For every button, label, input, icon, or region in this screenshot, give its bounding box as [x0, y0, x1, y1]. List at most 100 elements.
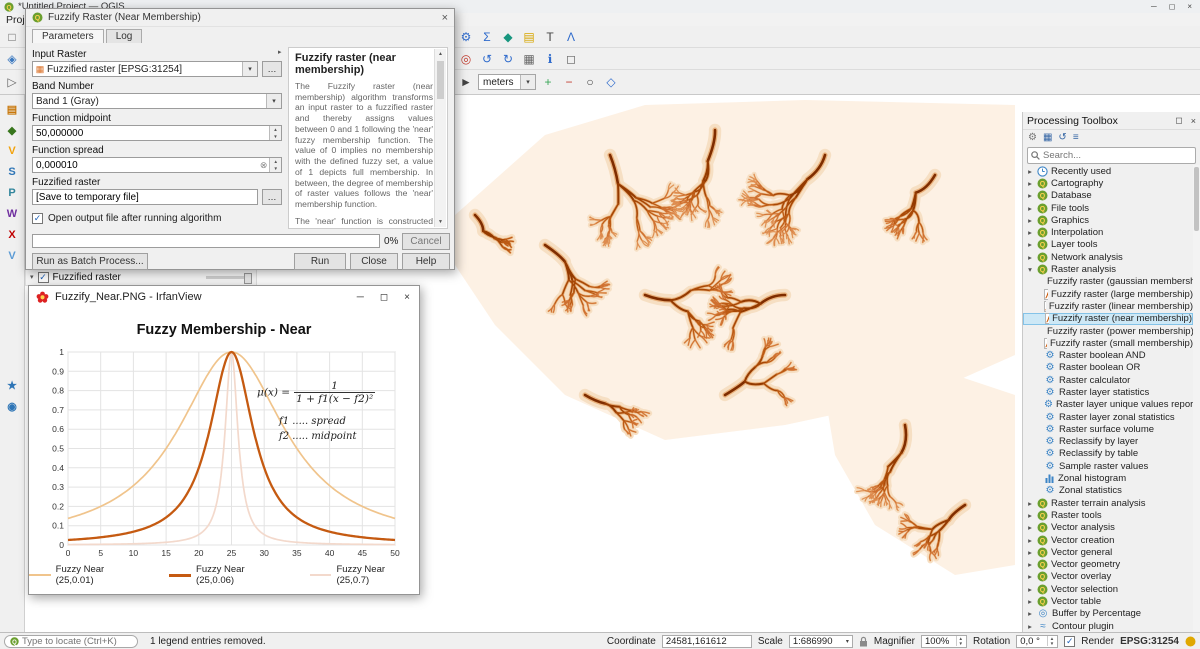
- new-shapefile-layer-icon[interactable]: V: [3, 142, 21, 160]
- toolbox-item-reclassify-by-table[interactable]: ⚙Reclassify by table: [1023, 448, 1193, 460]
- chevron-right-icon[interactable]: ▸: [1026, 216, 1034, 225]
- input-raster-combo[interactable]: ▦ Fuzzified raster [EPSG:31254] ▾: [32, 61, 258, 77]
- add-postgis-layer-icon[interactable]: P: [3, 184, 21, 202]
- toolbox-item-raster-layer-zonal-statistics[interactable]: ⚙Raster layer zonal statistics: [1023, 411, 1193, 423]
- toolbox-group-network-analysis[interactable]: ▸QNetwork analysis: [1023, 251, 1193, 263]
- help-scrollbar[interactable]: ▲ ▼: [434, 49, 446, 227]
- toolbox-item-zonal-histogram[interactable]: Zonal histogram: [1023, 472, 1193, 484]
- toolbox-item-sample-raster-values[interactable]: ⚙Sample raster values: [1023, 460, 1193, 472]
- magnifier-spin[interactable]: 100% ▲▼: [921, 635, 967, 648]
- python-console-icon[interactable]: Λ: [562, 28, 580, 46]
- digitize-shape-icon[interactable]: ◇: [602, 73, 620, 91]
- chevron-right-icon[interactable]: ▸: [1026, 240, 1034, 249]
- spin-up-icon[interactable]: ▲: [270, 126, 281, 133]
- scrollbar-thumb[interactable]: [1194, 167, 1199, 231]
- spin-down-icon[interactable]: ▼: [270, 165, 281, 172]
- run-button[interactable]: Run: [294, 253, 346, 270]
- toolbox-item-reclassify-by-layer[interactable]: ⚙Reclassify by layer: [1023, 436, 1193, 448]
- toolbox-item-zonal-statistics[interactable]: ⚙Zonal statistics: [1023, 485, 1193, 497]
- statistics-sum-icon[interactable]: Σ: [478, 28, 496, 46]
- spin-up-icon[interactable]: ▲: [270, 158, 281, 165]
- toolbox-group-layer-tools[interactable]: ▸QLayer tools: [1023, 239, 1193, 251]
- toolbox-group-vector-analysis[interactable]: ▸QVector analysis: [1023, 522, 1193, 534]
- locate-input[interactable]: [22, 636, 126, 647]
- close-button[interactable]: Close: [350, 253, 398, 270]
- chevron-right-icon[interactable]: ▸: [1026, 536, 1034, 545]
- chevron-right-icon[interactable]: ▸: [1026, 204, 1034, 213]
- open-output-checkbox[interactable]: ✓: [32, 213, 43, 224]
- toolbox-group-interpolation[interactable]: ▸QInterpolation: [1023, 226, 1193, 238]
- processing-toolbox-icon[interactable]: ⚙: [457, 28, 475, 46]
- chevron-right-icon[interactable]: ▸: [1026, 609, 1034, 618]
- toolbox-search-box[interactable]: [1027, 147, 1196, 164]
- toolbox-item-fuzzify-raster-near-membership[interactable]: Fuzzify raster (near membership): [1023, 313, 1193, 325]
- spread-input[interactable]: [33, 160, 258, 171]
- layers-panel-item[interactable]: ▾ ✓ Fuzzified raster: [25, 268, 257, 286]
- toolbox-group-buffer-by-percentage[interactable]: ▸◎Buffer by Percentage: [1023, 608, 1193, 620]
- close-icon[interactable]: ×: [404, 292, 410, 303]
- band-combo[interactable]: Band 1 (Gray) ▾: [32, 93, 282, 109]
- help-button[interactable]: Help: [402, 253, 450, 270]
- cancel-button[interactable]: Cancel: [402, 233, 450, 250]
- batch-process-button[interactable]: Run as Batch Process...: [32, 253, 148, 270]
- dropdown-icon[interactable]: ▾: [846, 638, 849, 645]
- dropdown-icon[interactable]: ▾: [242, 62, 257, 76]
- data-source-manager-icon[interactable]: ▤: [3, 100, 21, 118]
- irfanview-title-bar[interactable]: Fuzzify_Near.PNG - IrfanView ─ ◻ ×: [29, 286, 419, 309]
- chevron-right-icon[interactable]: ▸: [1026, 572, 1034, 581]
- toolbox-item-raster-boolean-or[interactable]: ⚙Raster boolean OR: [1023, 362, 1193, 374]
- toolbox-group-database[interactable]: ▸QDatabase: [1023, 190, 1193, 202]
- identify-features-icon[interactable]: ℹ: [541, 50, 559, 68]
- toolbox-group-vector-creation[interactable]: ▸QVector creation: [1023, 534, 1193, 546]
- toolbox-group-contour-plugin[interactable]: ▸≈Contour plugin: [1023, 620, 1193, 632]
- toolbox-item-fuzzify-raster-linear-membership[interactable]: Fuzzify raster (linear membership): [1023, 300, 1193, 312]
- toolbox-group-raster-tools[interactable]: ▸QRaster tools: [1023, 509, 1193, 521]
- chevron-right-icon[interactable]: ▸: [1026, 548, 1034, 557]
- units-combo[interactable]: meters▾: [478, 74, 536, 90]
- dropdown-icon[interactable]: ▾: [520, 75, 535, 89]
- text-annotation-icon[interactable]: T: [541, 28, 559, 46]
- chevron-right-icon[interactable]: ▸: [1026, 622, 1034, 631]
- lock-scale-icon[interactable]: [859, 636, 868, 647]
- close-icon[interactable]: ×: [442, 12, 448, 24]
- minimize-icon[interactable]: ─: [1151, 2, 1157, 11]
- toolbox-item-raster-layer-unique-values-report[interactable]: ⚙Raster layer unique values report: [1023, 399, 1193, 411]
- toolbox-group-vector-table[interactable]: ▸QVector table: [1023, 595, 1193, 607]
- output-input[interactable]: [33, 192, 257, 203]
- slider-handle[interactable]: [244, 273, 252, 284]
- spin-down-icon[interactable]: ▼: [959, 641, 963, 646]
- maximize-icon[interactable]: ◻: [1169, 2, 1176, 11]
- chevron-down-icon[interactable]: ▾: [30, 273, 34, 281]
- float-panel-icon[interactable]: ◻: [1175, 115, 1182, 126]
- select-rectangle-icon[interactable]: ◻: [562, 50, 580, 68]
- dialog-title-bar[interactable]: Q Fuzzify Raster (Near Membership) ×: [26, 9, 454, 27]
- toolbox-group-graphics[interactable]: ▸QGraphics: [1023, 214, 1193, 226]
- toolbox-group-file-tools[interactable]: ▸QFile tools: [1023, 202, 1193, 214]
- scale-combo[interactable]: 1:686990 ▾: [789, 635, 853, 648]
- redo-view-icon[interactable]: ↻: [499, 50, 517, 68]
- add-xyz-layer-icon[interactable]: X: [3, 226, 21, 244]
- dropdown-icon[interactable]: ▾: [266, 94, 281, 108]
- rotation-spin[interactable]: 0,0 ° ▲▼: [1016, 635, 1058, 648]
- toolbox-group-vector-general[interactable]: ▸QVector general: [1023, 546, 1193, 558]
- annotation-icon[interactable]: ▤: [520, 28, 538, 46]
- toolbox-options-icon[interactable]: ⚙: [1028, 132, 1037, 143]
- close-panel-icon[interactable]: ×: [1191, 116, 1196, 126]
- toolbox-item-raster-boolean-and[interactable]: ⚙Raster boolean AND: [1023, 349, 1193, 361]
- new-geopackage-layer-icon[interactable]: ◆: [3, 121, 21, 139]
- toolbox-group-vector-geometry[interactable]: ▸QVector geometry: [1023, 559, 1193, 571]
- chevron-down-icon[interactable]: ▾: [1026, 265, 1034, 274]
- pan-map-icon[interactable]: ◈: [3, 50, 21, 68]
- chevron-right-icon[interactable]: ▸: [1026, 560, 1034, 569]
- crs-indicator[interactable]: EPSG:31254: [1120, 636, 1179, 647]
- advanced-digitizing-icon[interactable]: ▷: [3, 73, 21, 91]
- scroll-up-icon[interactable]: ▲: [435, 49, 446, 59]
- scripts-icon[interactable]: ≡: [1073, 132, 1079, 143]
- models-icon[interactable]: ▦: [1043, 132, 1052, 143]
- history-icon[interactable]: ↺: [1058, 132, 1066, 143]
- toolbox-group-vector-selection[interactable]: ▸QVector selection: [1023, 583, 1193, 595]
- chevron-right-icon[interactable]: ▸: [1026, 597, 1034, 606]
- toolbox-icon[interactable]: ◆: [499, 28, 517, 46]
- toolbox-item-raster-calculator[interactable]: ⚙Raster calculator: [1023, 374, 1193, 386]
- add-record-icon[interactable]: +: [539, 73, 557, 91]
